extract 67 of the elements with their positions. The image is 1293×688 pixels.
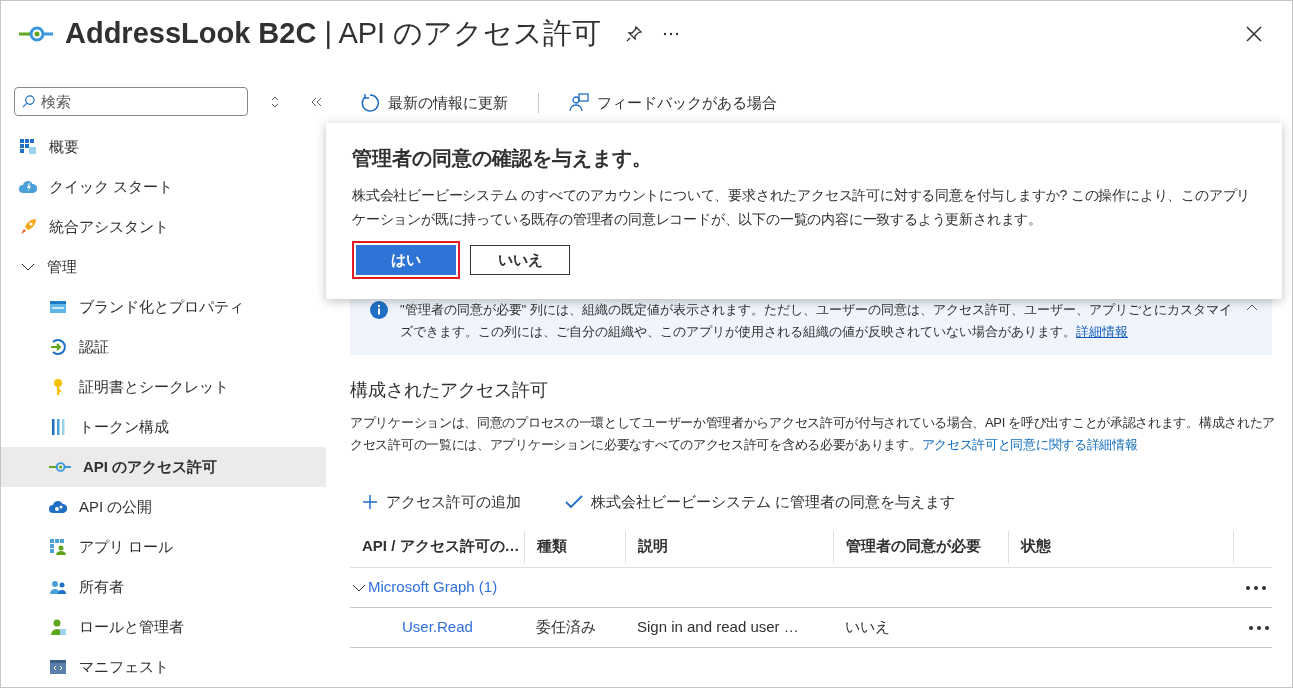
section-description: アプリケーションは、同意のプロセスの一環としてユーザーか管理者からアクセス許可が付与されている場合、API を呼び出すことが承認されます。構成されたアクセス許可の一覧には、アプリケーションに必要なすべてのアクセス許可を含める必要があります。アクセス許可と同意に関する詳細情報 xyxy=(350,414,1277,454)
grid-icon xyxy=(19,138,37,156)
code-file-icon xyxy=(49,658,67,676)
nav-item[interactable]: API の公開 xyxy=(1,487,326,527)
column-header[interactable]: 種類 xyxy=(537,535,567,558)
nav-item[interactable]: アプリ ロール xyxy=(1,527,326,567)
table-cell: いいえ xyxy=(845,618,890,636)
browser-window-icon xyxy=(49,298,67,316)
grid-person-icon xyxy=(49,538,67,556)
add-permission-button[interactable]: アクセス許可の追加 xyxy=(350,488,533,516)
info-icon xyxy=(370,301,388,319)
plus-icon xyxy=(362,494,378,510)
nav-group[interactable]: 管理 xyxy=(1,247,326,287)
sort-icon xyxy=(270,95,280,108)
yes-button[interactable]: はい xyxy=(352,241,460,279)
people-icon xyxy=(49,578,67,596)
page-title: AddressLook B2C | API のアクセス許可 xyxy=(65,16,602,52)
more-icon xyxy=(663,32,680,36)
person-chat-icon xyxy=(569,93,589,113)
info-text: "管理者の同意が必要" 列には、組織の既定値が表示されます。ただし、ユーザーの同意は、アクセス許可、ユーザー、アプリごとにカスタマイズできます。この列には、ご自分の組織や、このアプリが使用される組織の値が反映されていない場合があります。詳細情報 xyxy=(400,301,1233,341)
column-header[interactable]: 状態 xyxy=(1021,535,1051,558)
column-header[interactable]: 管理者の同意が必要 xyxy=(846,535,981,558)
sign-in-arrow-icon xyxy=(49,338,67,356)
feedback-button[interactable]: フィードバックがある場合 xyxy=(559,87,787,119)
refresh-icon xyxy=(360,93,380,113)
table-cell: 委任済み xyxy=(536,618,596,636)
permission-link[interactable]: User.Read xyxy=(402,618,473,636)
column-header[interactable]: API / アクセス許可の… xyxy=(362,535,520,558)
cloud-icon xyxy=(19,178,37,196)
column-header[interactable]: 説明 xyxy=(638,535,668,558)
section-heading: 構成されたアクセス許可 xyxy=(350,379,549,402)
bars-icon xyxy=(49,418,67,436)
key-link-icon xyxy=(19,24,53,44)
grant-consent-button[interactable]: 株式会社ビービーシステム に管理者の同意を与えます xyxy=(553,488,968,516)
nav-item[interactable]: ロールと管理者 xyxy=(1,607,326,647)
pin-icon xyxy=(625,25,644,43)
nav-item[interactable]: 所有者 xyxy=(1,567,326,607)
nav-item[interactable]: API のアクセス許可 xyxy=(1,447,326,487)
close-icon xyxy=(1246,26,1262,42)
dialog-title: 管理者の同意の確認を与えます。 xyxy=(352,146,653,171)
collapse-icon xyxy=(310,96,322,107)
chevron-icon xyxy=(352,583,366,592)
key-link-icon xyxy=(49,460,71,474)
search-icon xyxy=(22,95,35,108)
collapse-caret-icon xyxy=(1246,303,1258,311)
table-cell: Sign in and read user … xyxy=(637,618,799,636)
checkmark-icon xyxy=(565,495,583,509)
api-group-toggle[interactable]: Microsoft Graph (1) xyxy=(352,576,498,599)
cloud-gear-icon xyxy=(49,498,67,516)
nav-item[interactable]: 証明書とシークレット xyxy=(1,367,326,407)
person-icon xyxy=(49,618,67,636)
nav-item[interactable]: 認証 xyxy=(1,327,326,367)
search-field[interactable]: 検索 xyxy=(14,87,248,116)
refresh-button[interactable]: 最新の情報に更新 xyxy=(350,87,518,119)
chevron-icon xyxy=(21,263,35,271)
nav-item[interactable]: クイック スタート xyxy=(1,167,326,207)
nav-item[interactable]: トークン構成 xyxy=(1,407,326,447)
nav-item[interactable]: ブランド化とプロパティ xyxy=(1,287,326,327)
learn-more-link[interactable]: 詳細情報 xyxy=(1076,324,1128,339)
dialog-message: 株式会社ビービーシステム のすべてのアカウントについて、要求されたアクセス許可に対する同意を付与しますか? この操作により、このアプリケーションが既に持っている既存の管理者の同意レコードが、以下の一覧の内容に一致するよう更新されます。 xyxy=(352,186,1252,229)
rocket-icon xyxy=(19,218,37,236)
more-icon xyxy=(1246,585,1266,590)
nav-item[interactable]: 統合アシスタント xyxy=(1,207,326,247)
permissions-link[interactable]: アクセス許可と同意に関する詳細情報 xyxy=(921,437,1138,452)
nav-item[interactable]: 概要 xyxy=(1,127,326,167)
nav-item[interactable]: マニフェスト xyxy=(1,647,326,687)
more-icon xyxy=(1249,625,1269,630)
